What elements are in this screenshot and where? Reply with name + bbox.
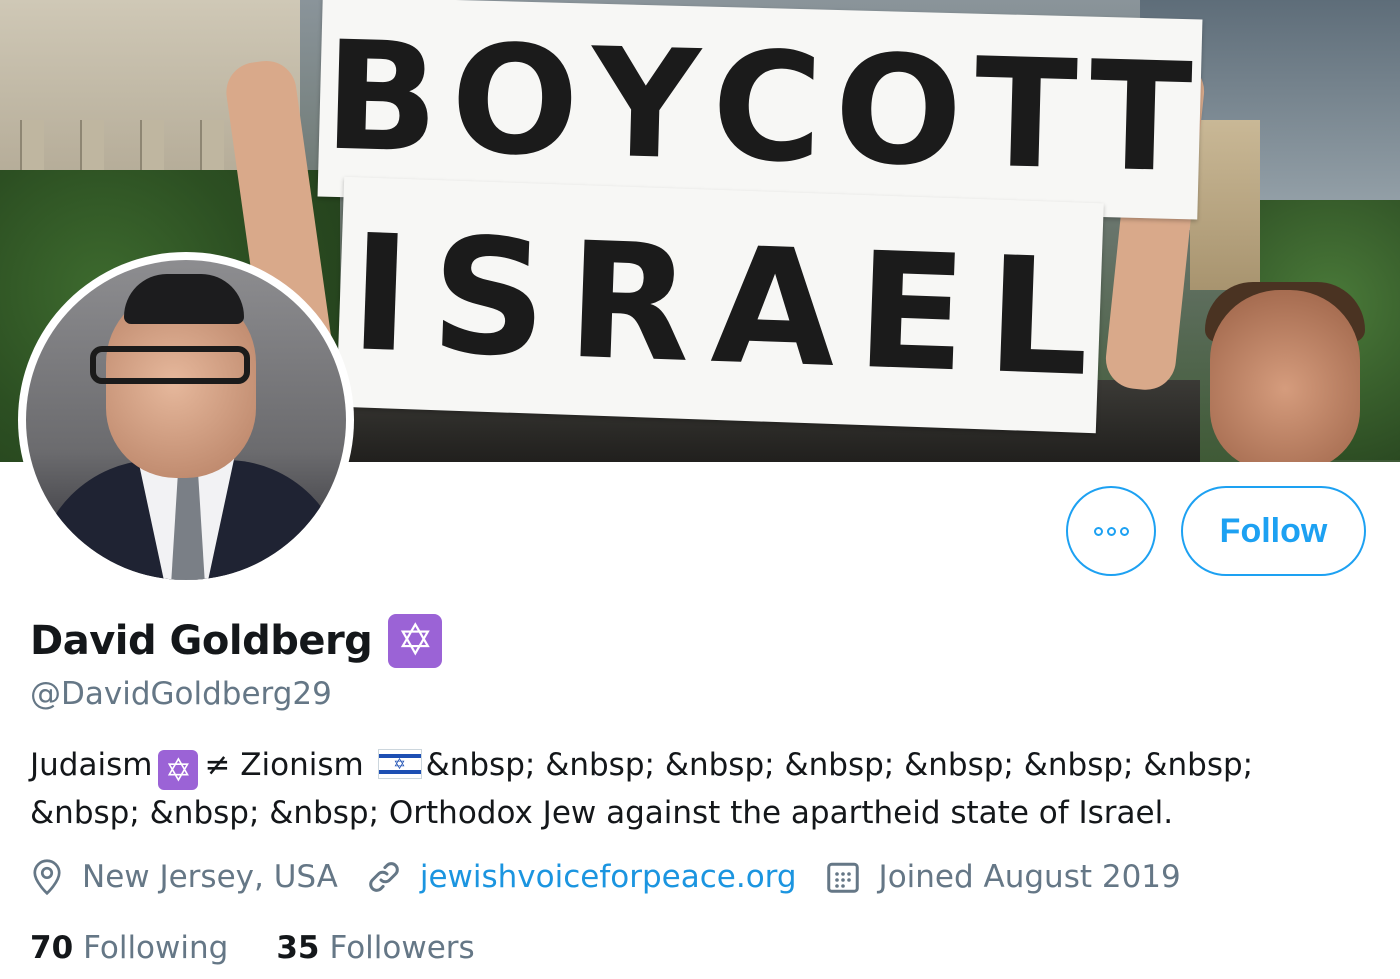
following-label: Following [83,930,229,966]
location-pin-icon [33,859,61,896]
sign-letter: Y [588,16,706,194]
sign-letter: T [1086,29,1198,207]
sign-letter: O [448,12,585,191]
profile-bio: Judaism ✡ ≠ Zionism ✡ &nbsp; &nbsp; &nbsp; … [30,742,1370,836]
more-options-icon [1093,526,1129,536]
sign-letter: B [322,9,445,187]
banner-building-right [1190,120,1260,290]
followers-count: 35 [276,930,320,966]
sign-letter: O [832,22,969,201]
followers-label: Followers [329,930,475,966]
sign-letter: L [984,220,1093,412]
banner-person-face [1210,290,1360,462]
user-handle: @DavidGoldberg29 [30,676,332,712]
more-options-button[interactable] [1066,486,1156,576]
profile-avatar[interactable] [18,252,354,588]
profile-page: B O Y C O T T I S R A E L Follow David G… [0,0,1400,979]
location-text: New Jersey, USA [82,859,338,895]
banner-sign-row-2: I S R A E L [336,176,1104,434]
sign-letter: T [972,26,1084,204]
following-stat[interactable]: 70 Following [30,930,228,966]
avatar-glasses [90,346,250,384]
name-row: David Goldberg ✡ [30,614,443,668]
link-icon [369,862,399,892]
joined-date: Joined August 2019 [878,859,1181,895]
sign-letter: A [708,211,840,403]
location-item: New Jersey, USA [30,858,338,896]
profile-meta: New Jersey, USA jewishvoiceforpeace.org … [30,858,1209,896]
bio-text: Judaism [30,747,153,783]
calendar-icon [826,862,859,893]
sign-letter: R [564,206,695,398]
followers-stat[interactable]: 35 Followers [276,930,474,966]
avatar-kippah [124,274,244,324]
follow-stats: 70 Following 35 Followers [30,930,523,966]
website-link[interactable]: jewishvoiceforpeace.org [420,859,797,895]
star-of-david-emoji-icon: ✡ [158,750,199,790]
display-name: David Goldberg [30,618,373,664]
website-item: jewishvoiceforpeace.org [366,859,797,895]
sign-letter: S [428,201,550,393]
follow-button[interactable]: Follow [1181,486,1366,576]
avatar-photo [26,260,346,580]
star-of-david-emoji-icon: ✡ [388,614,443,668]
bio-text: ≠ Zionism [204,747,364,783]
sign-letter: C [709,19,829,197]
sign-letter: E [853,216,970,408]
following-count: 70 [30,930,74,966]
joined-item: Joined August 2019 [825,859,1181,895]
israel-flag-emoji-icon: ✡ [377,749,422,779]
sign-letter: I [347,198,414,388]
